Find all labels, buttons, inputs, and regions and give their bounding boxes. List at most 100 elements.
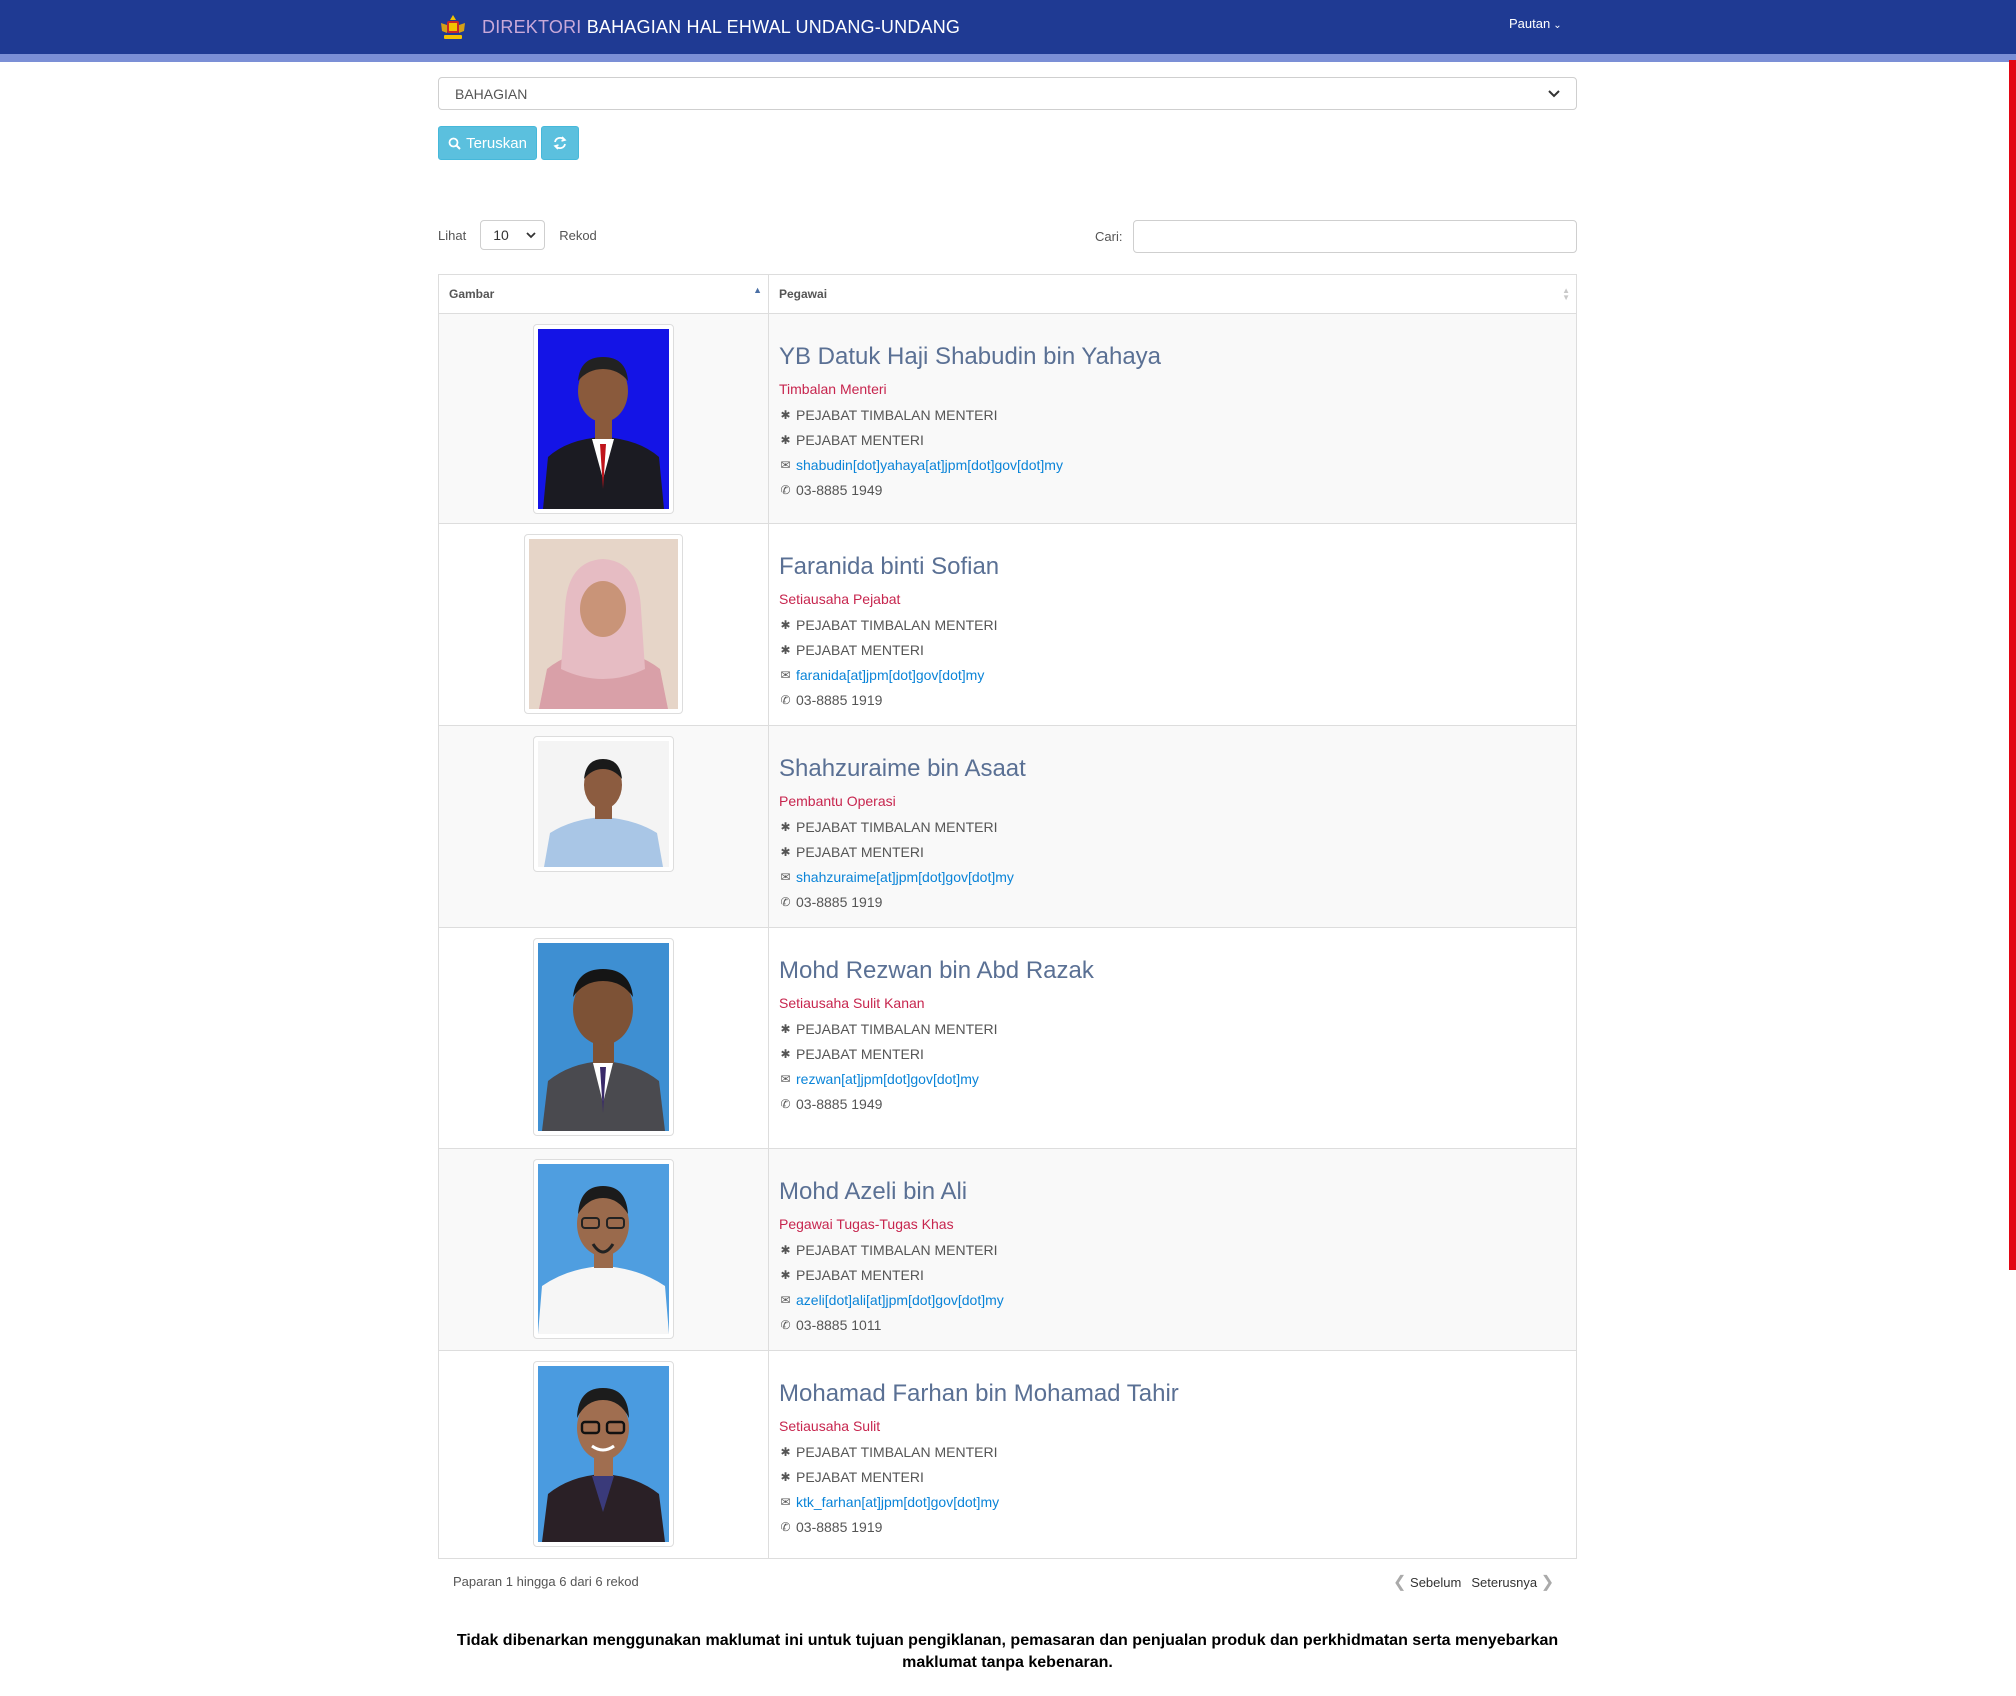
phone-text: 03-8885 1919 — [796, 894, 883, 910]
officer-position: Setiausaha Sulit — [779, 1418, 881, 1434]
pagination: ❮ Sebelum Seterusnya ❯ — [1393, 1572, 1554, 1592]
previous-button[interactable]: ❮ Sebelum — [1393, 1572, 1461, 1592]
lihat-label: Lihat — [438, 227, 467, 243]
phone-line: ✆ 03-8885 1919 — [779, 890, 1576, 915]
disclaimer-text: Tidak dibenarkan menggunakan maklumat in… — [456, 1632, 1559, 1671]
asterisk-icon: ✱ — [780, 643, 791, 657]
unit-line: ✱ PEJABAT MENTERI — [779, 1263, 1576, 1288]
unit-text: PEJABAT TIMBALAN MENTERI — [796, 617, 998, 633]
unit-line: ✱ PEJABAT TIMBALAN MENTERI — [779, 1017, 1576, 1042]
unit-text: PEJABAT TIMBALAN MENTERI — [796, 407, 998, 423]
officer-info: Mohd Rezwan bin Abd Razak Setiausaha Sul… — [769, 928, 1576, 1148]
photo-frame — [533, 736, 674, 872]
asterisk-icon: ✱ — [780, 1047, 791, 1061]
refresh-icon — [553, 136, 567, 150]
email-link[interactable]: shahzuraime[at]jpm[dot]gov[dot]my — [796, 865, 1014, 890]
officer-info: Faranida binti Sofian Setiausaha Pejabat… — [769, 524, 1576, 725]
phone-icon: ✆ — [780, 693, 791, 707]
column-header-label: Gambar — [449, 287, 495, 301]
photo-frame — [533, 1361, 674, 1547]
sort-ascending-icon: ▲ — [753, 285, 762, 295]
chevron-down-icon — [526, 231, 536, 238]
column-header-label: Pegawai — [779, 287, 828, 301]
photo-frame — [533, 1159, 674, 1339]
bahagian-select[interactable]: BAHAGIAN — [438, 77, 1577, 110]
photo-cell — [439, 314, 769, 523]
officer-position: Timbalan Menteri — [779, 381, 887, 397]
sort-both-icon: ▲ ▼ — [1562, 286, 1570, 302]
unit-text: PEJABAT MENTERI — [796, 432, 924, 448]
officer-photo — [538, 741, 669, 867]
page-length-control: Lihat 10 Rekod — [438, 220, 597, 250]
asterisk-icon: ✱ — [780, 408, 791, 422]
page-length-select[interactable]: 10 — [480, 220, 546, 250]
officer-name[interactable]: Shahzuraime bin Asaat — [779, 754, 1576, 784]
pautan-dropdown[interactable]: Pautan ⌄ — [1509, 16, 1562, 31]
officer-info: YB Datuk Haji Shabudin bin Yahaya Timbal… — [769, 314, 1576, 523]
search-input[interactable] — [1133, 220, 1577, 253]
pegawai-table: Gambar ▲ Pegawai ▲ ▼ YB Datuk Haji Shabu… — [438, 274, 1577, 1559]
unit-text: PEJABAT TIMBALAN MENTERI — [796, 1444, 998, 1460]
officer-position: Pembantu Operasi — [779, 793, 896, 809]
officer-name[interactable]: Mohd Rezwan bin Abd Razak — [779, 956, 1576, 986]
unit-line: ✱ PEJABAT MENTERI — [779, 1465, 1576, 1490]
email-link[interactable]: rezwan[at]jpm[dot]gov[dot]my — [796, 1067, 979, 1092]
officer-name[interactable]: Faranida binti Sofian — [779, 552, 1576, 582]
search-label: Cari: — [1095, 229, 1123, 244]
phone-line: ✆ 03-8885 1011 — [779, 1313, 1576, 1338]
phone-icon: ✆ — [780, 483, 791, 497]
brand[interactable]: DIREKTORI BAHAGIAN HAL EHWAL UNDANG-UNDA… — [438, 12, 960, 42]
asterisk-icon: ✱ — [780, 618, 791, 632]
chevron-down-icon — [1548, 89, 1560, 97]
envelope-icon: ✉ — [780, 458, 791, 472]
asterisk-icon: ✱ — [780, 845, 791, 859]
email-link[interactable]: faranida[at]jpm[dot]gov[dot]my — [796, 663, 984, 688]
phone-line: ✆ 03-8885 1949 — [779, 478, 1576, 503]
photo-cell — [439, 726, 769, 927]
officer-name[interactable]: Mohd Azeli bin Ali — [779, 1177, 1576, 1207]
phone-icon: ✆ — [780, 1318, 791, 1332]
officer-position: Setiausaha Pejabat — [779, 591, 901, 607]
email-link[interactable]: shabudin[dot]yahaya[at]jpm[dot]gov[dot]m… — [796, 453, 1063, 478]
photo-frame — [524, 534, 683, 714]
photo-frame — [533, 938, 674, 1136]
next-button[interactable]: Seterusnya ❯ — [1471, 1572, 1554, 1592]
teruskan-button[interactable]: Teruskan — [438, 126, 537, 160]
page-length-value: 10 — [493, 227, 509, 243]
phone-line: ✆ 03-8885 1949 — [779, 1092, 1576, 1117]
unit-text: PEJABAT TIMBALAN MENTERI — [796, 1242, 998, 1258]
email-link[interactable]: azeli[dot]ali[at]jpm[dot]gov[dot]my — [796, 1288, 1004, 1313]
unit-line: ✱ PEJABAT MENTERI — [779, 638, 1576, 663]
asterisk-icon: ✱ — [780, 1022, 791, 1036]
officer-name[interactable]: Mohamad Farhan bin Mohamad Tahir — [779, 1379, 1576, 1409]
photo-frame — [533, 324, 674, 514]
phone-line: ✆ 03-8885 1919 — [779, 688, 1576, 713]
teruskan-label: Teruskan — [466, 134, 527, 152]
unit-text: PEJABAT MENTERI — [796, 1046, 924, 1062]
officer-photo — [529, 539, 678, 709]
phone-icon: ✆ — [780, 1520, 791, 1534]
email-line: ✉ rezwan[at]jpm[dot]gov[dot]my — [779, 1067, 1576, 1092]
unit-line: ✱ PEJABAT TIMBALAN MENTERI — [779, 1238, 1576, 1263]
unit-line: ✱ PEJABAT TIMBALAN MENTERI — [779, 613, 1576, 638]
refresh-button[interactable] — [541, 126, 579, 160]
officer-position: Setiausaha Sulit Kanan — [779, 995, 925, 1011]
top-navbar: DIREKTORI BAHAGIAN HAL EHWAL UNDANG-UNDA… — [0, 0, 2016, 62]
officer-name[interactable]: YB Datuk Haji Shabudin bin Yahaya — [779, 342, 1576, 372]
page-title: DIREKTORI BAHAGIAN HAL EHWAL UNDANG-UNDA… — [482, 16, 961, 37]
unit-text: PEJABAT TIMBALAN MENTERI — [796, 1021, 998, 1037]
search-icon — [448, 137, 461, 150]
column-header-gambar[interactable]: Gambar ▲ — [439, 275, 769, 313]
column-header-pegawai[interactable]: Pegawai ▲ ▼ — [769, 275, 1576, 313]
chevron-down-icon: ⌄ — [1553, 20, 1562, 31]
asterisk-icon: ✱ — [780, 1470, 791, 1484]
next-label: Seterusnya — [1471, 1575, 1538, 1590]
photo-cell — [439, 524, 769, 725]
unit-text: PEJABAT MENTERI — [796, 642, 924, 658]
unit-line: ✱ PEJABAT MENTERI — [779, 428, 1576, 453]
table-row: Mohd Azeli bin Ali Pegawai Tugas-Tugas K… — [439, 1149, 1576, 1351]
officer-photo — [538, 943, 669, 1131]
chevron-left-icon: ❮ — [1393, 1574, 1407, 1591]
officer-position: Pegawai Tugas-Tugas Khas — [779, 1216, 954, 1232]
email-link[interactable]: ktk_farhan[at]jpm[dot]gov[dot]my — [796, 1490, 999, 1515]
